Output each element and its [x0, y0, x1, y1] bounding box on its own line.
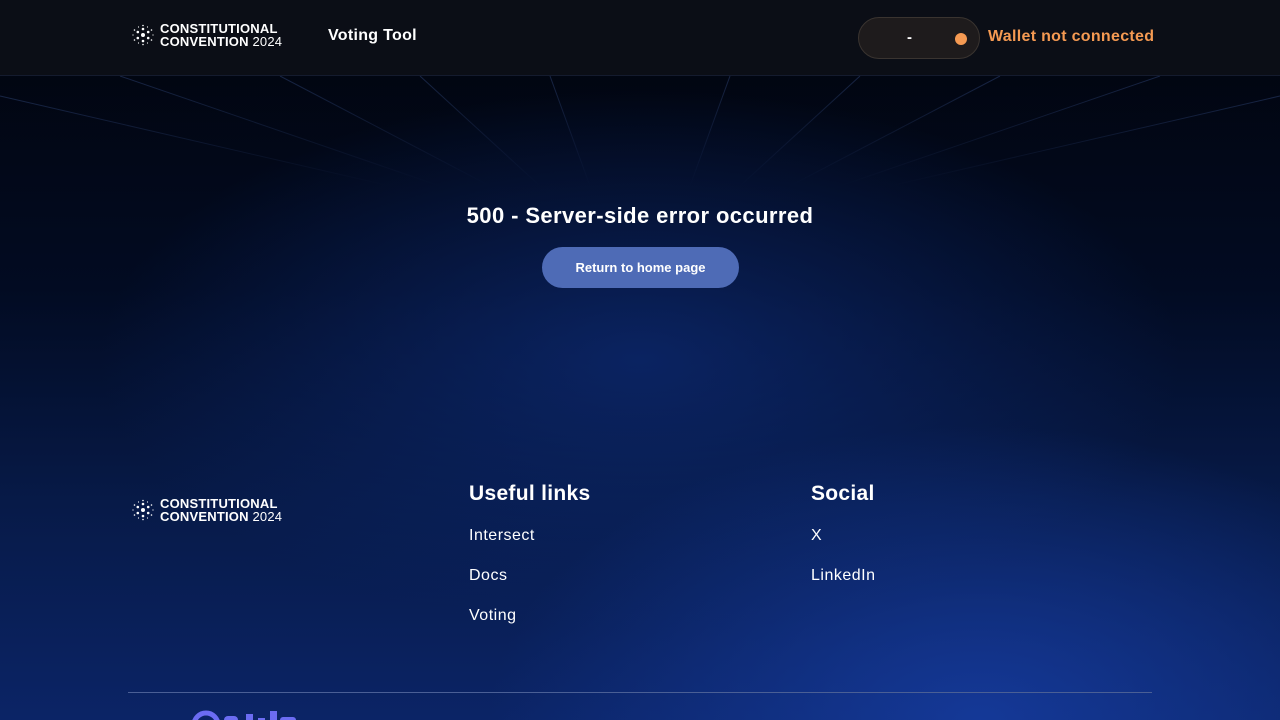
useful-links-heading: Useful links [469, 482, 591, 505]
footer-link-linkedin[interactable]: LinkedIn [811, 567, 876, 585]
logo-line-2-word: CONVENTION [160, 509, 249, 524]
logo-line-2: CONVENTION 2024 [160, 510, 282, 523]
header-logo[interactable]: CONSTITUTIONAL CONVENTION 2024 [132, 22, 282, 48]
partner-logo-icon[interactable] [190, 708, 330, 720]
cardano-logo-icon [132, 499, 154, 521]
top-header: CONSTITUTIONAL CONVENTION 2024 Voting To… [0, 0, 1280, 76]
error-title: 500 - Server-side error occurred [466, 203, 814, 228]
wallet-balance: - [907, 29, 912, 46]
wallet-status-text: Wallet not connected [988, 28, 1155, 45]
footer-divider [128, 692, 1152, 693]
footer-link-voting[interactable]: Voting [469, 607, 516, 625]
footer-link-x[interactable]: X [811, 527, 822, 545]
logo-line-2-year: 2024 [252, 509, 283, 524]
cardano-logo-icon [132, 24, 154, 46]
site-footer: CONSTITUTIONAL CONVENTION 2024 Useful li… [0, 416, 1280, 720]
logo-wordmark: CONSTITUTIONAL CONVENTION 2024 [160, 22, 282, 48]
logo-line-2: CONVENTION 2024 [160, 35, 282, 48]
footer-link-docs[interactable]: Docs [469, 567, 507, 585]
logo-line-2-word: CONVENTION [160, 34, 249, 49]
logo-wordmark: CONSTITUTIONAL CONVENTION 2024 [160, 497, 282, 523]
footer-logo[interactable]: CONSTITUTIONAL CONVENTION 2024 [132, 497, 282, 523]
wallet-status-dot-icon [955, 33, 967, 45]
footer-link-intersect[interactable]: Intersect [469, 527, 535, 545]
perspective-grid-background [0, 76, 1280, 186]
social-heading: Social [811, 482, 875, 505]
wallet-connect-button[interactable]: - [858, 17, 980, 59]
logo-line-2-year: 2024 [252, 34, 283, 49]
return-home-button[interactable]: Return to home page [542, 247, 739, 288]
nav-voting-tool-link[interactable]: Voting Tool [328, 27, 417, 45]
